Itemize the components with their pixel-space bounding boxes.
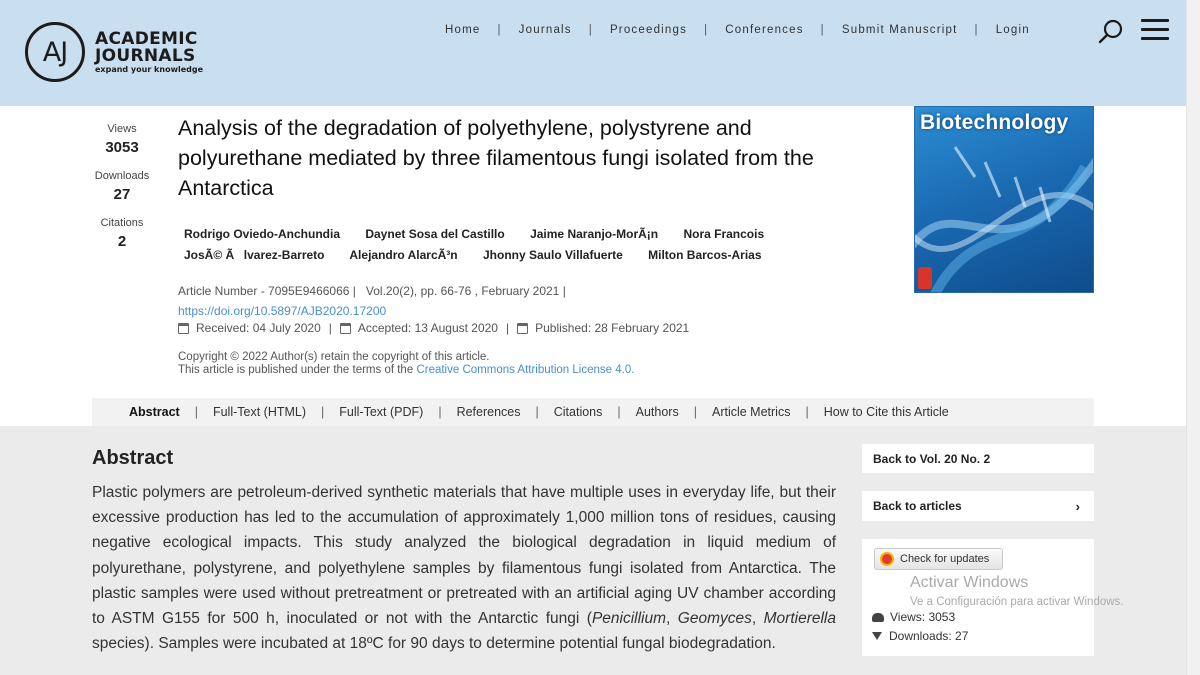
open-access-badge-icon <box>918 267 932 289</box>
tab-references[interactable]: References <box>457 405 521 419</box>
tab-full-text-pdf[interactable]: Full-Text (PDF) <box>339 405 423 419</box>
windows-activation-watermark: Activar Windows <box>910 574 1029 591</box>
nav-separator: | <box>704 24 709 36</box>
check-for-updates-label: Check for updates <box>900 553 990 565</box>
tab-separator: | <box>617 405 621 419</box>
tab-article-metrics[interactable]: Article Metrics <box>712 405 790 419</box>
author-row: Rodrigo Oviedo-Anchundia Daynet Sosa del… <box>184 224 824 245</box>
nav-journals[interactable]: Journals <box>519 24 572 36</box>
abstract-text: Plastic polymers are petroleum-derived s… <box>92 484 836 653</box>
hamburger-menu-icon[interactable] <box>1141 19 1169 41</box>
citations-label: Citations <box>100 217 144 229</box>
tab-full-text-html[interactable]: Full-Text (HTML) <box>213 405 306 419</box>
abstract-heading: Abstract <box>92 447 174 469</box>
tab-separator: | <box>194 405 198 419</box>
back-to-articles-label: Back to articles <box>873 499 962 513</box>
nav-separator: | <box>497 24 502 36</box>
received-date: Received: 04 July 2020 <box>196 321 321 335</box>
main-nav: Home | Journals | Proceedings | Conferences… <box>445 24 1030 36</box>
date-separator: | <box>328 321 332 335</box>
genus-mortierella: Mortierella <box>763 610 836 628</box>
views-value: 3053 <box>105 139 139 156</box>
tab-citations[interactable]: Citations <box>554 405 603 419</box>
abstract-text-part: Plastic polymers are petroleum-derived s… <box>92 484 836 628</box>
downloads-label: Downloads <box>94 170 150 182</box>
site-header: AJ ACADEMIC JOURNALS expand your knowled… <box>0 0 1186 106</box>
author-link[interactable]: Alejandro AlarcÃ³n <box>349 248 457 262</box>
tab-separator: | <box>805 405 809 419</box>
sidebar-stats: Views: 3053 Downloads: 27 <box>872 608 968 646</box>
date-separator: | <box>505 321 510 335</box>
license-text: This article is published under the term… <box>178 364 414 376</box>
tab-authors[interactable]: Authors <box>636 405 679 419</box>
tab-separator: | <box>693 405 697 419</box>
chevron-right-icon: › <box>1075 498 1080 514</box>
calendar-icon <box>517 322 529 334</box>
article-title: Analysis of the degradation of polyethyl… <box>178 116 814 200</box>
cover-title: Biotechnology <box>920 111 1069 134</box>
back-to-articles-link[interactable]: Back to articles › <box>862 491 1094 521</box>
nav-separator: | <box>820 24 825 36</box>
copyright-line: Copyright © 2022 Author(s) retain the co… <box>178 351 490 363</box>
author-link[interactable]: Daynet Sosa del Castillo <box>365 227 504 241</box>
tab-separator: | <box>535 405 539 419</box>
article-stats: Views 3053 Downloads 27 Citations 2 <box>90 120 154 264</box>
doi-link[interactable]: https://doi.org/10.5897/AJB2020.17200 <box>178 304 386 318</box>
author-link[interactable]: Jaime Naranjo-MorÃ¡n <box>530 227 658 241</box>
tab-separator: | <box>321 405 325 419</box>
copyright-notice: Copyright © 2022 Author(s) retain the co… <box>178 351 634 377</box>
users-icon <box>872 613 884 622</box>
published-date: Published: 28 February 2021 <box>535 321 690 335</box>
tab-how-to-cite[interactable]: How to Cite this Article <box>824 405 949 419</box>
author-link[interactable]: Rodrigo Oviedo-Anchundia <box>184 227 340 241</box>
nav-separator: | <box>588 24 593 36</box>
nav-separator: | <box>974 24 979 36</box>
nav-conferences[interactable]: Conferences <box>725 24 803 36</box>
back-to-volume-label: Back to Vol. 20 No. 2 <box>873 451 991 466</box>
article-number: Article Number - 7095E9466066 | <box>178 284 356 298</box>
nav-submit-manuscript[interactable]: Submit Manuscript <box>842 24 958 36</box>
logo-tagline: expand your knowledge <box>95 65 204 74</box>
check-for-updates-button[interactable]: Check for updates <box>874 548 1003 570</box>
tab-separator: | <box>438 405 442 419</box>
genus-penicillium: Penicillium <box>591 610 667 628</box>
nav-login[interactable]: Login <box>996 24 1030 36</box>
views-label: Views <box>107 123 137 135</box>
author-link[interactable]: JosÃ© Ãlvarez-Barreto <box>184 248 325 262</box>
accepted-date: Accepted: 13 August 2020 <box>357 321 498 335</box>
license-link[interactable]: Creative Commons Attribution License 4.0… <box>416 364 634 376</box>
author-link[interactable]: Milton Barcos-Arias <box>648 248 761 262</box>
genus-geomyces: Geomyces <box>677 610 752 628</box>
journal-cover-image[interactable]: Biotechnology <box>914 106 1094 293</box>
abstract-text-part: species). Samples were incubated at 18ºC… <box>92 635 776 653</box>
logo-mark: AJ <box>25 22 85 82</box>
page-scrollbar[interactable] <box>1186 0 1200 675</box>
article-dates: Received: 04 July 2020 | Accepted: 13 Au… <box>178 321 689 335</box>
citations-value: 2 <box>117 233 127 250</box>
download-icon <box>872 632 882 640</box>
sidebar-views: Views: 3053 <box>890 610 956 624</box>
sidebar-downloads: Downloads: 27 <box>889 629 969 643</box>
author-list: Rodrigo Oviedo-Anchundia Daynet Sosa del… <box>184 224 824 266</box>
article-volume: Vol.20(2), pp. 66-76 , February 2021 | <box>365 284 566 298</box>
author-link[interactable]: Nora Francois <box>683 227 764 241</box>
crossmark-icon <box>880 552 894 566</box>
calendar-icon <box>178 322 189 334</box>
windows-activation-watermark-subtext: Ve a Configuración para activar Windows. <box>910 596 1124 608</box>
author-link[interactable]: Jhonny Saulo Villafuerte <box>483 248 623 262</box>
back-to-volume-link[interactable]: Back to Vol. 20 No. 2 <box>862 444 1094 473</box>
logo-line-2: JOURNALS <box>95 46 196 66</box>
nav-home[interactable]: Home <box>445 24 480 36</box>
tab-abstract[interactable]: Abstract <box>129 405 180 419</box>
logo-text: ACADEMIC JOURNALS expand your knowledge <box>95 31 203 75</box>
search-icon[interactable] <box>1098 19 1124 45</box>
downloads-value: 27 <box>113 186 131 203</box>
article-meta: Article Number - 7095E9466066 | Vol.20(2… <box>178 281 566 321</box>
academic-journals-logo[interactable]: AJ ACADEMIC JOURNALS expand your knowled… <box>25 22 205 82</box>
article-tabs: Abstract | Full-Text (HTML) | Full-Text (P… <box>92 398 1094 426</box>
nav-proceedings[interactable]: Proceedings <box>610 24 687 36</box>
author-row: JosÃ© Ãlvarez-Barreto Alejandro AlarcÃ³… <box>184 245 824 266</box>
calendar-icon <box>339 322 351 334</box>
